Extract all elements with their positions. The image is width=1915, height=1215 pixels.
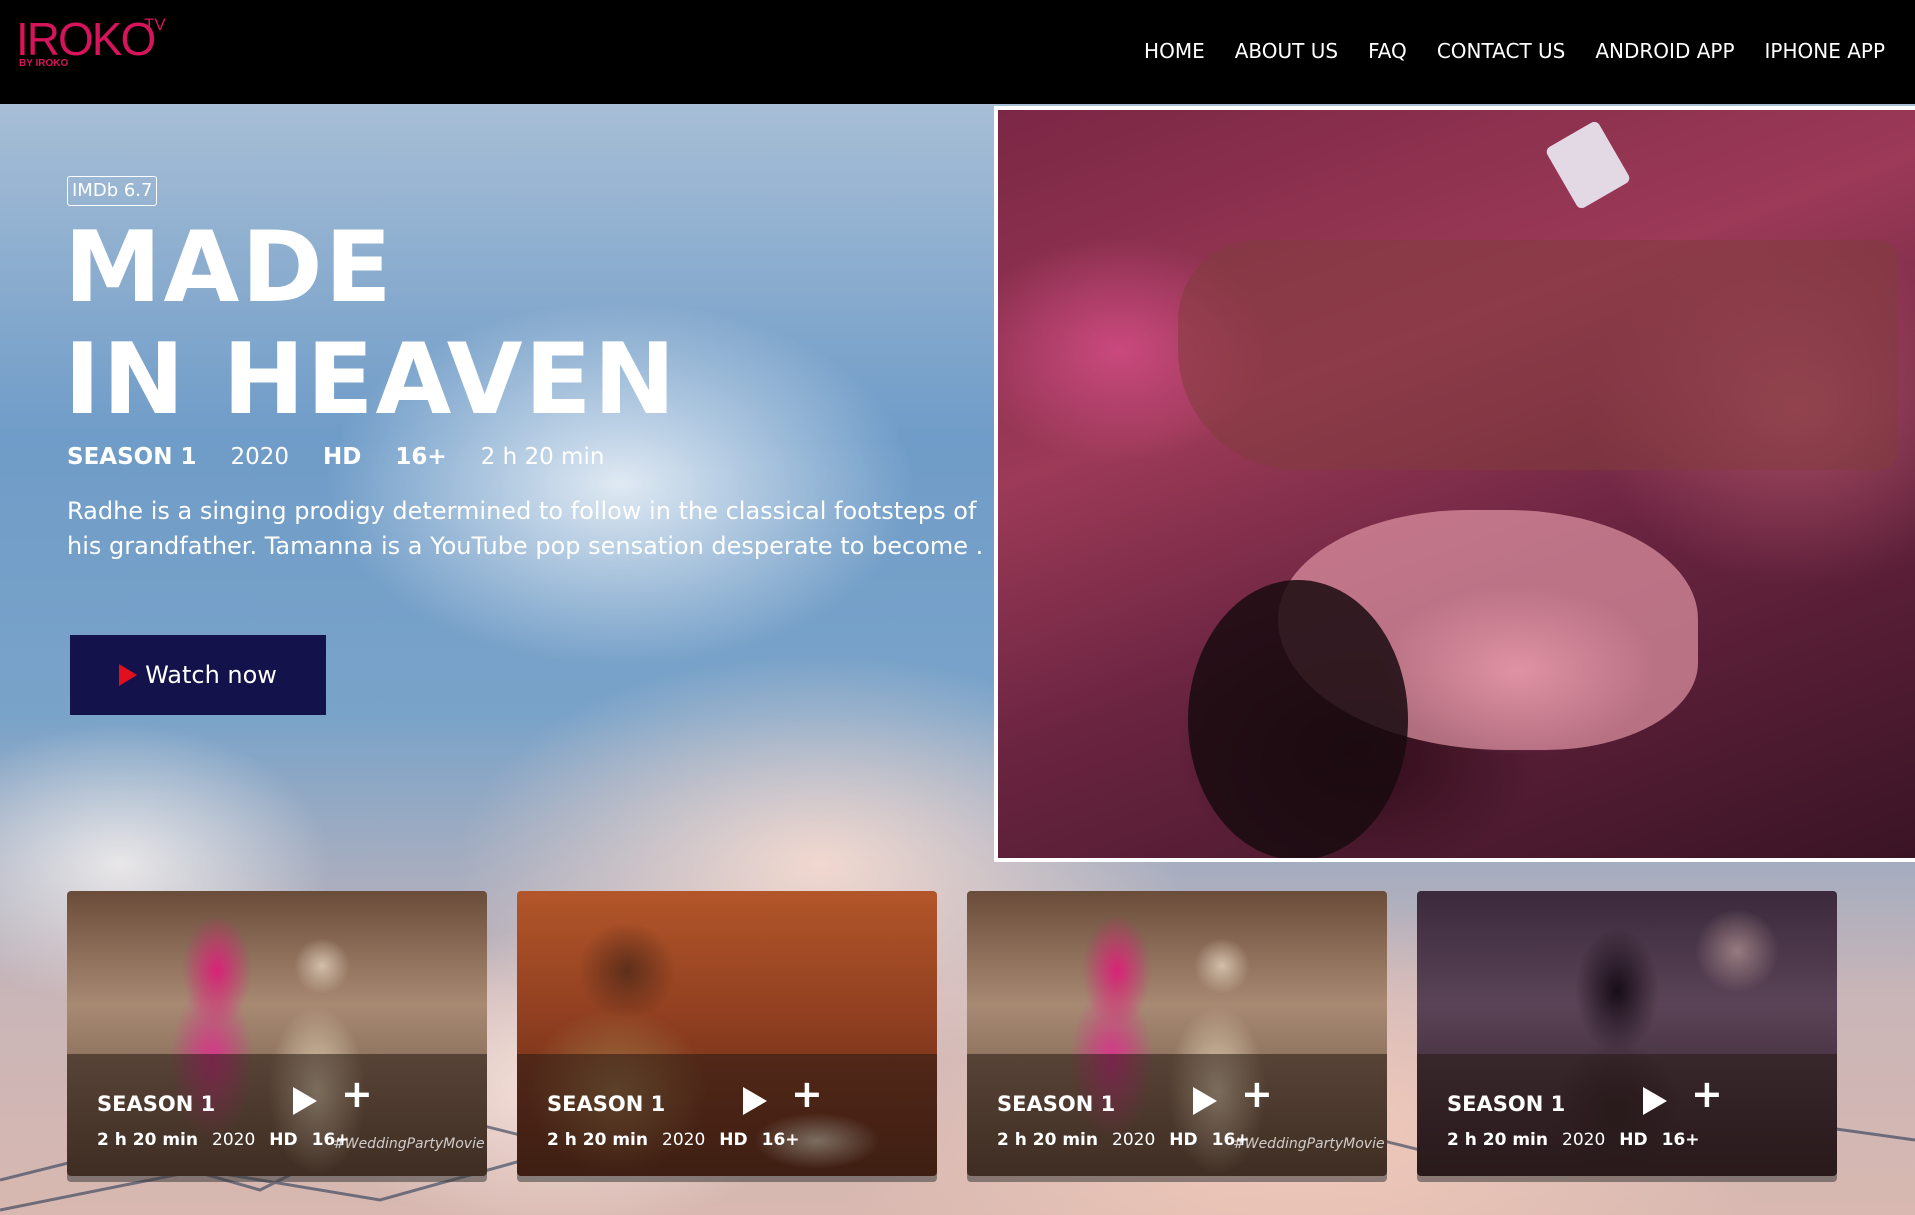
play-icon[interactable] [1643,1087,1667,1115]
movie-card-duration: 2 h 20 min [547,1130,648,1150]
nav-android-app[interactable]: ANDROID APP [1595,38,1734,64]
movie-card[interactable]: SEASON 1 + 2 h 20 min 2020 HD 16+ [1417,891,1837,1176]
trailer-video[interactable] [994,106,1915,862]
movie-card-quality: HD [1619,1130,1648,1150]
movie-card-meta: 2 h 20 min 2020 HD 16+ [97,1129,364,1151]
nav-home[interactable]: HOME [1144,38,1205,64]
featured-age-rating: 16+ [395,444,447,470]
featured-quality: HD [323,444,362,470]
movie-card-quality: HD [719,1130,748,1150]
movie-card-rating: 16+ [1661,1130,1700,1150]
nav-contact-us[interactable]: CONTACT US [1437,38,1566,64]
play-icon[interactable] [1193,1087,1217,1115]
movie-card-season: SEASON 1 [97,1092,216,1116]
trailer-scene-couch [1178,240,1898,470]
movie-card-meta: 2 h 20 min 2020 HD 16+ [997,1129,1264,1151]
movie-card-year: 2020 [1562,1130,1606,1150]
add-to-list-icon[interactable]: + [341,1075,373,1113]
movie-card-season: SEASON 1 [1447,1092,1566,1116]
featured-year: 2020 [230,444,290,470]
play-icon [119,664,138,686]
movie-card[interactable]: SEASON 1 + 2 h 20 min 2020 HD 16+ #Weddi… [67,891,487,1176]
featured-season: SEASON 1 [67,444,197,470]
add-to-list-icon[interactable]: + [1691,1075,1723,1113]
movie-card-year: 2020 [662,1130,706,1150]
trailer-scene-phone [1544,119,1632,211]
nav-about-us[interactable]: ABOUT US [1235,38,1338,64]
movie-card-season: SEASON 1 [997,1092,1116,1116]
imdb-rating-badge: IMDb 6.7 [67,176,158,206]
logo-wordmark: IROKO [16,13,156,65]
movie-card-year: 2020 [1112,1130,1156,1150]
movie-card[interactable]: SEASON 1 + 2 h 20 min 2020 HD 16+ #Weddi… [967,891,1387,1176]
featured-title-line-2: IN HEAVEN [64,323,678,437]
nav-iphone-app[interactable]: IPHONE APP [1765,38,1886,64]
add-to-list-icon[interactable]: + [1241,1075,1273,1113]
watch-now-button[interactable]: Watch now [70,635,326,715]
movie-card-meta: 2 h 20 min 2020 HD 16+ [1447,1129,1714,1151]
movie-card-year: 2020 [212,1130,256,1150]
irokotv-logo[interactable]: IROKO TV BY IROKO [16,16,176,72]
movie-card-duration: 2 h 20 min [97,1130,198,1150]
movie-card-quality: HD [1169,1130,1198,1150]
movie-card-quality: HD [269,1130,298,1150]
movie-card-season: SEASON 1 [547,1092,666,1116]
trailer-scene-hair [1188,580,1408,858]
movie-card[interactable]: SEASON 1 + 2 h 20 min 2020 HD 16+ [517,891,937,1176]
movie-card-duration: 2 h 20 min [1447,1130,1548,1150]
featured-description: Radhe is a singing prodigy determined to… [67,497,984,560]
add-to-list-icon[interactable]: + [791,1075,823,1113]
movie-cards-row: SEASON 1 + 2 h 20 min 2020 HD 16+ #Weddi… [67,891,1837,1187]
movie-card-rating: 16+ [761,1130,800,1150]
play-icon[interactable] [743,1087,767,1115]
featured-duration: 2 h 20 min [480,444,605,470]
logo-subtitle: BY IROKO [19,58,69,69]
logo-tv-mark: TV [144,15,166,34]
movie-card-meta: 2 h 20 min 2020 HD 16+ [547,1129,814,1151]
watch-now-label: Watch now [145,661,277,689]
movie-card-duration: 2 h 20 min [997,1130,1098,1150]
movie-card-hashtag: #WeddingPartyMovie [333,1136,485,1152]
featured-meta: SEASON 1 2020 HD 16+ 2 h 20 min [67,442,638,472]
site-header: IROKO TV BY IROKO HOME ABOUT US FAQ CONT… [0,0,1915,104]
main-nav: HOME ABOUT US FAQ CONTACT US ANDROID APP… [1114,38,1885,64]
featured-title-line-1: MADE [64,211,394,325]
featured-title: MADE IN HEAVEN [64,212,764,436]
play-icon[interactable] [293,1087,317,1115]
nav-faq[interactable]: FAQ [1368,38,1407,64]
movie-card-hashtag: #WeddingPartyMovie [1233,1136,1385,1152]
